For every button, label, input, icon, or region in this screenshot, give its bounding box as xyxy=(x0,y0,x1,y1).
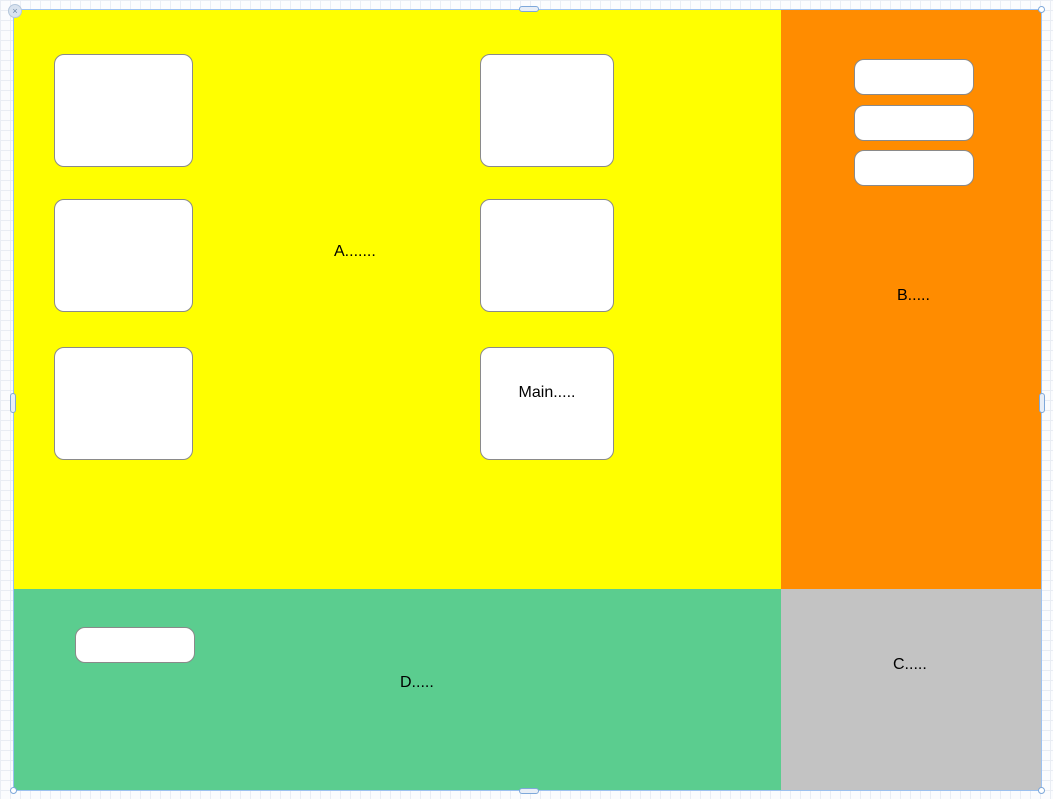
drag-grip-left-icon[interactable] xyxy=(10,393,16,413)
selection-bounding-box[interactable]: × xyxy=(13,9,1042,791)
close-icon[interactable]: × xyxy=(8,4,22,18)
resize-handle-bottom-right[interactable] xyxy=(1038,787,1045,794)
drag-grip-bottom-icon[interactable] xyxy=(519,788,539,794)
resize-handle-bottom-left[interactable] xyxy=(10,787,17,794)
drag-grip-right-icon[interactable] xyxy=(1039,393,1045,413)
close-icon-glyph: × xyxy=(12,7,17,16)
resize-handle-top-right[interactable] xyxy=(1038,6,1045,13)
drag-grip-top-icon[interactable] xyxy=(519,6,539,12)
